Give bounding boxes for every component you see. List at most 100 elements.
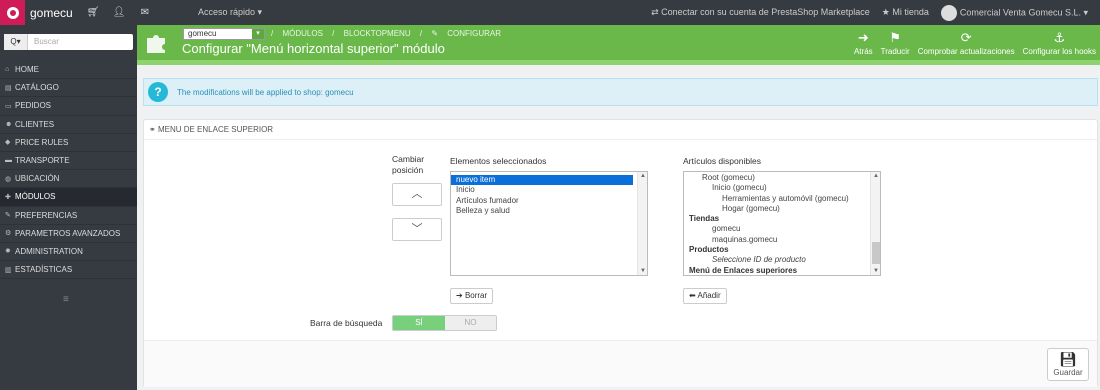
- quick-access-label: Acceso rápido: [198, 7, 256, 17]
- chevron-up-icon: ▲: [640, 173, 646, 179]
- back-arrow-icon: ➜: [857, 30, 869, 45]
- sidebar-item-administration[interactable]: ✹ ADMINISTRATION: [0, 243, 137, 262]
- list-item[interactable]: Hogar (gomecu): [684, 204, 880, 214]
- configure-hooks-button[interactable]: ⚓ Configurar los hooks: [1019, 25, 1100, 60]
- chevron-up-icon: ︿: [411, 188, 423, 200]
- sidebar-item-label: PRICE RULES: [15, 137, 69, 147]
- move-up-button[interactable]: ︿: [392, 183, 442, 206]
- save-label: Guardar: [1053, 368, 1083, 377]
- translate-button[interactable]: ⚑ Traducir: [877, 25, 914, 60]
- list-item[interactable]: Belleza y salud: [451, 206, 647, 216]
- sidebar-item-advanced-parameters[interactable]: ⚙ PARAMETROS AVANZADOS: [0, 225, 137, 243]
- available-items-label: Artículos disponibles: [683, 156, 761, 166]
- anchor-icon: ⚓: [1053, 30, 1066, 45]
- list-item[interactable]: Inicio: [451, 185, 647, 195]
- truck-icon: ▬: [5, 157, 12, 165]
- sidebar-item-label: PREFERENCIAS: [15, 210, 78, 220]
- available-items-list[interactable]: Root (gomecu) Inicio (gomecu) Herramientas…: [683, 171, 881, 276]
- save-button[interactable]: 💾︎ Guardar: [1047, 348, 1089, 381]
- check-updates-button[interactable]: ⟳ Comprobar actualizaciones: [914, 25, 1019, 60]
- add-button[interactable]: ⬅ Añadir: [683, 288, 727, 304]
- list-item[interactable]: Root (gomecu): [684, 173, 880, 183]
- list-item[interactable]: Inicio (gomecu): [684, 183, 880, 193]
- top-bar: gomecu 🛒︎ 👤︎ ✉ Acceso rápido ▾ ⇄ Conecta…: [0, 0, 1100, 25]
- sidebar-item-stats[interactable]: ▥ ESTADÍSTICAS: [0, 261, 137, 280]
- mail-icon[interactable]: ✉: [138, 7, 152, 18]
- sidebar-item-label: HOME: [15, 65, 39, 75]
- selected-items-label: Elementos seleccionados: [450, 156, 547, 166]
- search-box[interactable]: Q▾ Buscar: [4, 34, 133, 50]
- cogs-icon: ⚙: [5, 230, 12, 238]
- toggle-yes[interactable]: SÍ: [393, 316, 445, 330]
- list-item[interactable]: Seleccione ID de producto: [684, 255, 880, 265]
- list-item[interactable]: Artículos fumador: [451, 196, 647, 206]
- question-icon: ?: [148, 82, 168, 102]
- chevron-down-icon: ▼: [640, 268, 646, 274]
- move-down-button[interactable]: ﹀: [392, 218, 442, 241]
- star-icon: ★: [881, 7, 890, 17]
- wrench-icon: ✎: [5, 212, 11, 220]
- list-item: Productos: [689, 245, 729, 255]
- my-shop-link[interactable]: ★ Mi tienda: [882, 7, 929, 18]
- sidebar-item-modules[interactable]: ✚ MÓDULOS: [0, 188, 137, 207]
- info-alert: ? The modifications will be applied to s…: [143, 78, 1098, 106]
- sidebar-menu: ⌂ HOME ▤ CATÁLOGO ▭ PEDIDOS ☻ CLIENTES ◆ PRIC…: [0, 61, 137, 280]
- shop-name[interactable]: gomecu: [30, 6, 74, 20]
- remove-button[interactable]: ➔ Borrar: [450, 288, 494, 304]
- user-icon[interactable]: 👤︎: [112, 7, 126, 18]
- sidebar-item-catalog[interactable]: ▤ CATÁLOGO: [0, 79, 137, 98]
- list-item[interactable]: nuevo item: [451, 175, 633, 186]
- breadcrumb-item-module[interactable]: BLOCKTOPMENU: [344, 29, 411, 38]
- scrollbar-thumb[interactable]: [872, 242, 880, 264]
- sidebar-item-orders[interactable]: ▭ PEDIDOS: [0, 97, 137, 116]
- translate-label: Traducir: [880, 47, 910, 56]
- toggle-no[interactable]: NO: [445, 316, 496, 330]
- change-position-label: Cambiar posición: [392, 154, 425, 175]
- sidebar-item-label: MÓDULOS: [15, 192, 56, 202]
- sidebar-item-location[interactable]: ◍ UBICACIÓN: [0, 170, 137, 189]
- list-item: Tiendas: [689, 214, 720, 224]
- selected-items-list[interactable]: nuevo item Inicio Artículos fumador Belleza…: [450, 171, 648, 276]
- marketplace-link[interactable]: ⇄ Conectar con su cuenta de PrestaShop M…: [651, 7, 870, 18]
- floppy-disk-icon: 💾︎: [1059, 351, 1077, 367]
- breadcrumb-item-modules[interactable]: MÓDULOS: [282, 29, 322, 38]
- prestashop-logo[interactable]: [0, 0, 25, 25]
- panel-heading-text: MENU DE ENLACE SUPERIOR: [157, 125, 274, 134]
- sidebar-item-transport[interactable]: ▬ TRANSPORTE: [0, 152, 137, 171]
- chevron-down-icon: ▼: [873, 268, 879, 274]
- list-item[interactable]: maquinas.gomecu: [684, 235, 880, 245]
- sidebar-item-label: UBICACIÓN: [15, 174, 60, 184]
- search-bar-label: Barra de búsqueda: [310, 318, 383, 328]
- search-bar-toggle[interactable]: SÍ NO: [392, 315, 497, 331]
- collapse-menu-icon[interactable]: ≡: [63, 294, 69, 305]
- sidebar-item-customers[interactable]: ☻ CLIENTES: [0, 116, 137, 134]
- cart-icon[interactable]: 🛒︎: [86, 7, 100, 18]
- sidebar-item-label: ESTADÍSTICAS: [15, 265, 73, 275]
- breadcrumb: / MÓDULOS / BLOCKTOPMENU / ✎ CONFIGURAR: [271, 29, 508, 38]
- add-label: Añadir: [697, 291, 721, 300]
- scrollbar[interactable]: ▲ ▼: [870, 172, 880, 275]
- chevron-down-icon: ▾: [252, 29, 264, 39]
- list-item: Menú de Enlaces superiores: [689, 265, 798, 275]
- sidebar-item-price-rules[interactable]: ◆ PRICE RULES: [0, 134, 137, 152]
- user-menu[interactable]: Comercial Venta Gomecu S.L. ▾: [940, 4, 1088, 21]
- search-input[interactable]: Buscar: [34, 37, 59, 46]
- list-item[interactable]: Herramientas y automóvil (gomecu): [684, 194, 880, 204]
- shop-select[interactable]: gomecu ▾: [183, 28, 265, 40]
- puzzle-icon: ✚: [5, 193, 11, 201]
- header-divider: [137, 60, 1100, 65]
- search-icon[interactable]: Q▾: [4, 34, 28, 50]
- sidebar-item-label: TRANSPORTE: [15, 156, 70, 166]
- sidebar-item-preferences[interactable]: ✎ PREFERENCIAS: [0, 207, 137, 225]
- refresh-icon: ⟳: [960, 30, 972, 45]
- link-icon: ⚭: [149, 125, 156, 134]
- breadcrumb-separator: /: [271, 29, 274, 38]
- price-rules-icon: ◆: [5, 139, 11, 147]
- sidebar-item-home[interactable]: ⌂ HOME: [0, 61, 137, 80]
- back-button[interactable]: ➜ Atrás: [850, 25, 877, 60]
- scrollbar[interactable]: ▲ ▼: [637, 172, 647, 275]
- list-item[interactable]: gomecu: [684, 224, 880, 234]
- quick-access-menu[interactable]: Acceso rápido ▾: [198, 7, 262, 18]
- link-icon: ⇄: [651, 7, 659, 17]
- toolbar: ➜ Atrás ⚑ Traducir ⟳ Comprobar actualizacio…: [850, 25, 1100, 60]
